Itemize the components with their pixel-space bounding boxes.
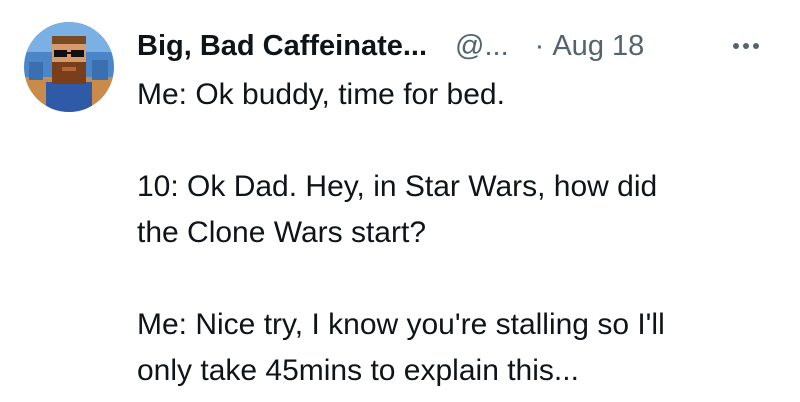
- author-display-name[interactable]: Big, Bad Caffeinate...: [137, 30, 427, 63]
- tweet-line: the Clone Wars start?: [137, 216, 426, 249]
- author-avatar[interactable]: [24, 22, 114, 112]
- tweet-paragraph: Me: Ok buddy, time for bed.: [137, 72, 777, 118]
- tweet-line: 10: Ok Dad. Hey, in Star Wars, how did: [137, 170, 658, 203]
- tweet-line: Me: Ok buddy, time for bed.: [137, 78, 505, 111]
- tweet-paragraph: 10: Ok Dad. Hey, in Star Wars, how did t…: [137, 164, 777, 256]
- tweet-header: Big, Bad Caffeinate... @... · Aug 18: [137, 24, 644, 68]
- bearded-man-sunglasses-avatar-icon: [24, 22, 114, 112]
- tweet-text: Me: Ok buddy, time for bed. 10: Ok Dad. …: [137, 72, 777, 394]
- tweet[interactable]: Big, Bad Caffeinate... @... · Aug 18 Me:…: [0, 0, 800, 402]
- tweet-date[interactable]: Aug 18: [552, 30, 644, 63]
- more-dot: [753, 43, 759, 49]
- tweet-line: Me: Nice try, I know you're stalling so …: [137, 308, 665, 341]
- more-dot: [743, 43, 749, 49]
- tweet-paragraph: Me: Nice try, I know you're stalling so …: [137, 302, 777, 394]
- more-dot: [733, 43, 739, 49]
- tweet-line: only take 45mins to explain this...: [137, 354, 579, 387]
- author-handle[interactable]: @...: [455, 30, 509, 63]
- header-separator: ·: [534, 29, 545, 62]
- more-options-icon[interactable]: [733, 35, 759, 57]
